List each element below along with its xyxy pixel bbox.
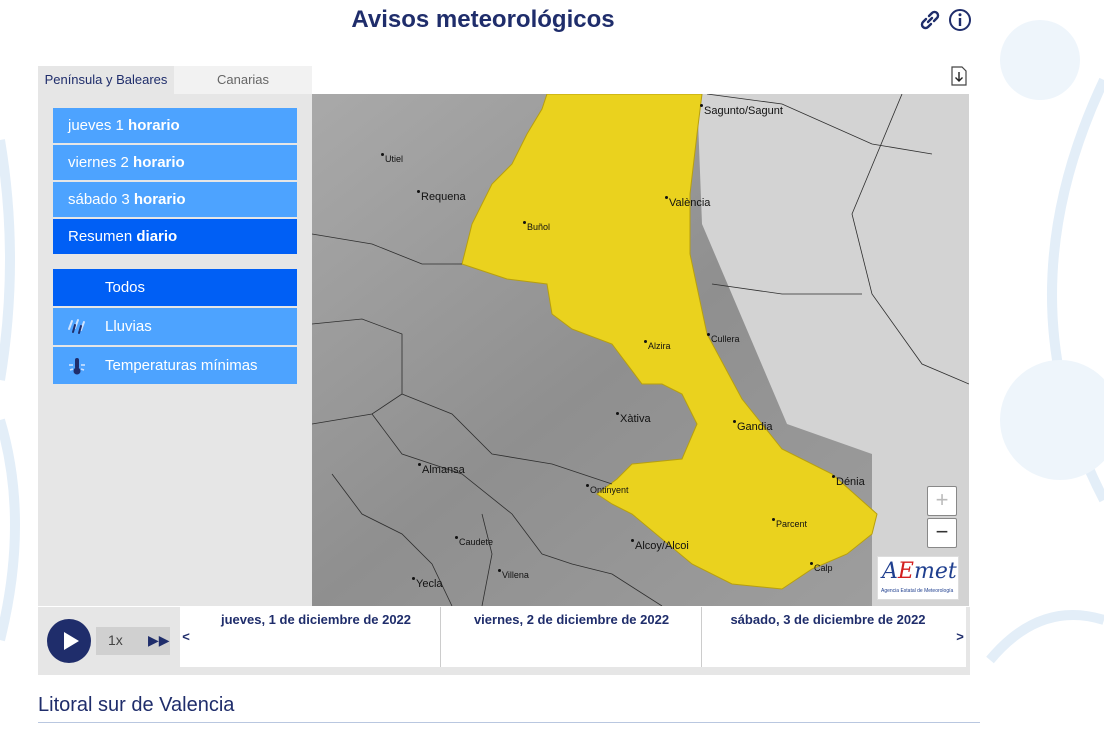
map-relief (312, 94, 969, 606)
warnings-map[interactable]: Sagunto/Sagunt Utiel Requena València Bu… (312, 94, 969, 606)
town-dot (772, 518, 775, 521)
timeline-prev-button[interactable]: < (180, 629, 192, 647)
town-marker: Calp (810, 562, 833, 573)
town-dot (586, 484, 589, 487)
day-mode: horario (133, 191, 186, 208)
page-title: Avisos meteorológicos (351, 6, 615, 33)
day-button-jueves[interactable]: jueves 1 horario (53, 108, 297, 143)
town-dot (418, 463, 421, 466)
town-dot (665, 196, 668, 199)
town-dot (631, 539, 634, 542)
timeline-day[interactable]: sábado, 3 de diciembre de 2022 (701, 607, 954, 667)
town-marker: Villena (498, 569, 529, 580)
zoom-controls: + − (927, 486, 957, 550)
tab-canarias[interactable]: Canarias (174, 66, 312, 94)
tab-peninsula-baleares[interactable]: Península y Baleares (38, 66, 174, 94)
zone-title: Litoral sur de Valencia (38, 694, 235, 716)
timeline-bar: 1x ▶▶ < jueves, 1 de diciembre de 2022 v… (38, 607, 970, 675)
logo-letter: E (897, 559, 914, 584)
town-dot (707, 333, 710, 336)
filter-label: Todos (105, 279, 146, 296)
filter-label: Temperaturas mínimas (105, 357, 258, 374)
town-marker: Dénia (832, 475, 865, 488)
town-dot (616, 412, 619, 415)
town-marker: Requena (417, 190, 466, 203)
filter-temperaturas-minimas[interactable]: Temperaturas mínimas (53, 347, 297, 384)
town-dot (700, 104, 703, 107)
town-dot (644, 340, 647, 343)
town-dot (412, 577, 415, 580)
town-dot (810, 562, 813, 565)
town-marker: Alcoy/Alcoi (631, 539, 689, 552)
timeline-day[interactable]: viernes, 2 de diciembre de 2022 (440, 607, 702, 667)
town-marker: Utiel (381, 153, 403, 164)
divider (38, 722, 980, 723)
timeline-day[interactable]: jueves, 1 de diciembre de 2022 (192, 607, 440, 667)
town-dot (733, 420, 736, 423)
day-mode: horario (133, 154, 185, 171)
town-marker: Parcent (772, 518, 807, 529)
day-selector: jueves 1 horario viernes 2 horario sábad… (53, 108, 297, 256)
warnings-widget: Península y Baleares Canarias jueves 1 h… (38, 66, 970, 676)
side-panel: Península y Baleares Canarias jueves 1 h… (38, 66, 312, 606)
speed-control[interactable]: 1x ▶▶ (96, 627, 170, 655)
fast-forward-icon[interactable]: ▶▶ (148, 632, 170, 649)
town-marker: Yecla (412, 577, 443, 590)
info-icon[interactable] (948, 8, 972, 32)
link-icon[interactable] (918, 8, 942, 32)
day-label: sábado 3 (68, 191, 134, 208)
day-label: viernes 2 (68, 154, 134, 171)
town-marker: Cullera (707, 333, 740, 344)
logo-subtitle: Agencia Estatal de Meteorología (881, 588, 954, 594)
logo-wordmark: AEmet (882, 559, 957, 584)
filter-label: Lluvias (105, 318, 152, 335)
town-dot (523, 221, 526, 224)
town-marker: Sagunto/Sagunt (700, 104, 783, 117)
town-dot (498, 569, 501, 572)
day-button-resumen[interactable]: Resumen diario (53, 219, 297, 254)
timeline-day-label: jueves, 1 de diciembre de 2022 (220, 612, 412, 627)
town-dot (417, 190, 420, 193)
timeline-day-label: viernes, 2 de diciembre de 2022 (473, 612, 670, 627)
day-label: jueves 1 (68, 117, 129, 134)
speed-value: 1x (108, 632, 123, 648)
day-button-viernes[interactable]: viernes 2 horario (53, 145, 297, 180)
day-mode: diario (136, 228, 178, 245)
aemet-logo: AEmet Agencia Estatal de Meteorología (877, 556, 959, 600)
header-actions (918, 8, 972, 34)
day-mode: horario (128, 117, 180, 134)
timeline-days: < jueves, 1 de diciembre de 2022 viernes… (180, 607, 966, 667)
town-marker: Xàtiva (616, 412, 651, 425)
town-dot (832, 475, 835, 478)
day-label: Resumen (68, 228, 137, 245)
town-marker: Gandia (733, 420, 772, 433)
zoom-out-button[interactable]: − (927, 518, 957, 548)
play-button[interactable] (47, 619, 91, 663)
logo-letter: met (913, 559, 957, 584)
download-icon[interactable] (951, 66, 967, 86)
phenomenon-filter: Todos Lluvias Temperaturas mínimas (53, 269, 297, 386)
town-marker: Ontinyent (586, 484, 629, 495)
rain-icon (68, 319, 85, 334)
town-dot (455, 536, 458, 539)
filter-todos[interactable]: Todos (53, 269, 297, 306)
town-marker: Caudete (455, 536, 493, 547)
day-button-sabado[interactable]: sábado 3 horario (53, 182, 297, 217)
town-dot (381, 153, 384, 156)
thermometer-icon (69, 358, 85, 375)
timeline-next-button[interactable]: > (954, 629, 966, 647)
timeline-day-label: sábado, 3 de diciembre de 2022 (730, 612, 926, 627)
town-marker: València (665, 196, 710, 209)
town-marker: Almansa (418, 463, 465, 476)
region-tabs: Península y Baleares Canarias (38, 66, 312, 94)
town-marker: Buñol (523, 221, 550, 232)
zoom-in-button[interactable]: + (927, 486, 957, 516)
logo-letter: A (882, 559, 898, 584)
town-marker: Alzira (644, 340, 671, 351)
filter-lluvias[interactable]: Lluvias (53, 308, 297, 345)
